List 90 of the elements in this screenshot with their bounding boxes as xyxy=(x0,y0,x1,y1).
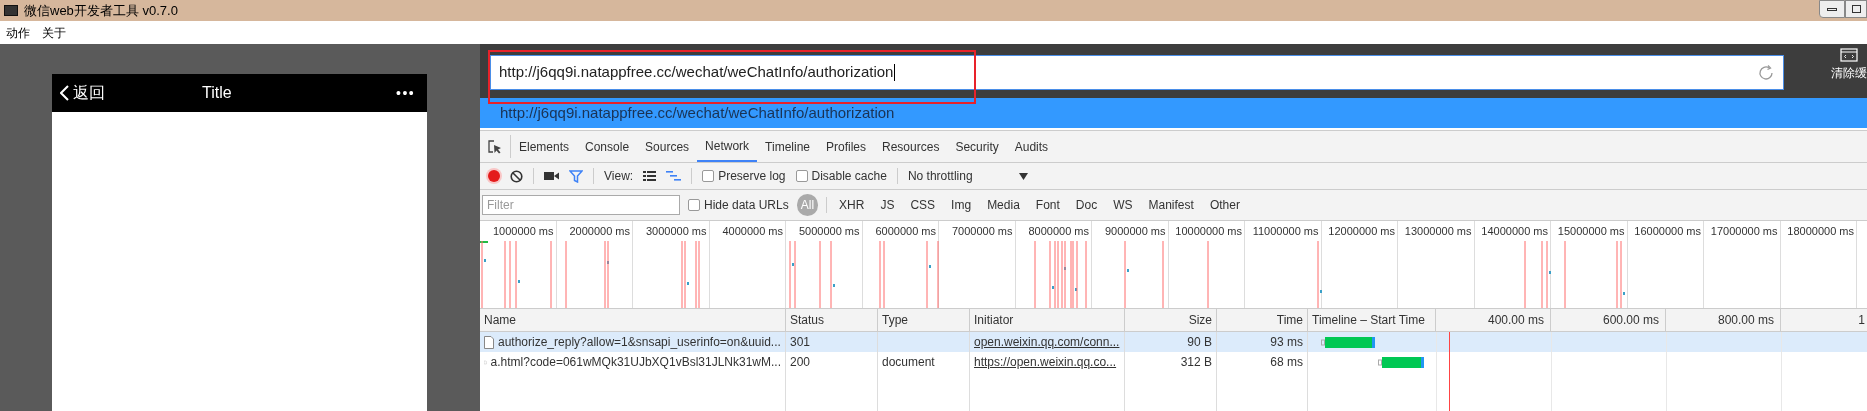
table-cell-text: 312 B xyxy=(1180,354,1212,371)
type-filter[interactable]: XHR xyxy=(835,194,869,216)
filter-icon[interactable] xyxy=(569,169,583,183)
time-tick: 600.00 ms xyxy=(1602,312,1659,329)
clear-icon[interactable] xyxy=(510,169,523,183)
table-cell-text: 90 B xyxy=(1187,334,1212,351)
column-header[interactable]: Size xyxy=(1129,311,1212,329)
time-tick: 6000000 ms xyxy=(875,224,936,239)
devtools-tab[interactable]: Security xyxy=(947,131,1007,162)
type-filter[interactable]: CSS xyxy=(906,194,940,216)
restore-button[interactable] xyxy=(1845,0,1867,18)
view-label: View: xyxy=(604,168,634,185)
devtools-tab[interactable]: Timeline xyxy=(757,131,818,162)
initiator-link[interactable]: open.weixin.qq.com/conn... xyxy=(974,333,1120,351)
type-filter[interactable]: Doc xyxy=(1071,194,1102,216)
column-header[interactable]: Type xyxy=(882,311,965,329)
menu-item[interactable]: 动作 xyxy=(6,23,30,42)
dropdown-arrow-icon xyxy=(1018,172,1028,180)
column-header[interactable]: Name xyxy=(484,311,781,329)
time-tick: 18000000 ms xyxy=(1787,224,1854,239)
time-tick: 10000000 ms xyxy=(1175,224,1242,239)
waterfall-icon[interactable] xyxy=(666,171,682,181)
document-icon xyxy=(484,335,494,349)
table-cell-text: 301 xyxy=(790,334,811,351)
preserve-log-checkbox[interactable]: Preserve log xyxy=(702,167,786,185)
hide-data-urls-checkbox[interactable]: Hide data URLs xyxy=(688,196,789,214)
type-filter[interactable]: Media xyxy=(983,194,1024,216)
initiator-link[interactable]: https://open.weixin.qq.co... xyxy=(974,353,1117,371)
time-tick: 12000000 ms xyxy=(1328,224,1395,239)
record-button[interactable] xyxy=(488,170,500,182)
devtools-tab[interactable]: Audits xyxy=(1006,131,1057,162)
disable-cache-checkbox[interactable]: Disable cache xyxy=(795,167,887,185)
type-filter[interactable]: WS xyxy=(1109,194,1137,216)
table-cell-text: 93 ms xyxy=(1270,334,1303,351)
devtools-tab[interactable]: Resources xyxy=(874,131,948,162)
back-link[interactable]: 返回 xyxy=(60,81,105,105)
time-tick: 5000000 ms xyxy=(798,224,860,239)
url-suggestion[interactable]: http://j6qq9i.natappfree.cc/wechat/weChatInfo/authorization xyxy=(480,98,1867,128)
time-tick: 17000000 ms xyxy=(1710,224,1778,239)
type-filter[interactable]: Other xyxy=(1205,194,1244,216)
minimize-button[interactable] xyxy=(1819,0,1845,18)
table-cell[interactable]: authorize_reply?allow=1&snsapi_userinfo=on&uuid... xyxy=(498,333,781,351)
time-tick: 11000000 ms xyxy=(1252,224,1319,239)
page-title: Title xyxy=(202,83,232,103)
column-header[interactable]: Time xyxy=(1221,311,1303,329)
time-tick: 7000000 ms xyxy=(951,224,1013,239)
filter-field[interactable]: Filter xyxy=(482,195,680,215)
devtools-tab[interactable]: Elements xyxy=(511,131,578,162)
request-row[interactable]: authorize_reply?allow=1&snsapi_userinfo=on&uuid... 301 open.weixin.qq.com/conn... 90 B 93 ms xyxy=(480,332,1867,352)
url-field[interactable]: http://j6qq9i.natappfree.cc/wechat/weChatInfo/authorization xyxy=(490,55,1784,90)
time-tick: 400.00 ms xyxy=(1487,312,1544,329)
back-icon xyxy=(60,85,69,101)
reload-icon[interactable] xyxy=(1757,63,1775,82)
column-header[interactable]: Initiator xyxy=(974,311,1120,329)
time-tick: 4000000 ms xyxy=(722,224,783,239)
waterfall-bar xyxy=(1321,337,1376,348)
column-header[interactable]: Timeline – Start Time xyxy=(1308,309,1436,331)
time-tick: 800.00 ms xyxy=(1717,312,1774,329)
more-button[interactable]: ••• xyxy=(396,82,419,104)
time-tick: 15000000 ms xyxy=(1557,224,1625,239)
list-view-icon[interactable] xyxy=(643,171,657,181)
time-tick: 9000000 ms xyxy=(1104,224,1166,239)
window-title: 微信web开发者工具 v0.7.0 xyxy=(24,1,178,20)
waterfall-bar xyxy=(1378,357,1425,368)
time-tick: 8000000 ms xyxy=(1028,224,1089,239)
clear-cache-button[interactable]: 清除缓 xyxy=(1831,48,1867,81)
app-icon xyxy=(4,5,18,16)
table-cell[interactable]: a.html?code=061wMQk31UJbXQ1vBsl31JLNk31wM... xyxy=(490,353,781,371)
type-filter[interactable]: Img xyxy=(947,194,976,216)
table-cell-text: 68 ms xyxy=(1270,354,1303,371)
table-cell-text: document xyxy=(882,354,935,371)
code-window-icon xyxy=(1840,48,1858,62)
devtools-tab[interactable]: Profiles xyxy=(818,131,875,162)
column-header[interactable]: Status xyxy=(790,311,873,329)
time-tick: 1 xyxy=(1858,312,1865,329)
camera-icon[interactable] xyxy=(544,171,559,181)
time-tick: 13000000 ms xyxy=(1404,224,1472,239)
time-tick: 16000000 ms xyxy=(1634,224,1701,239)
time-tick: 2000000 ms xyxy=(569,224,630,239)
type-filter[interactable]: Font xyxy=(1031,194,1064,216)
menu-item[interactable]: 关于 xyxy=(42,23,66,42)
time-tick: 1000000 ms xyxy=(492,224,554,239)
time-tick: 14000000 ms xyxy=(1481,224,1548,239)
type-filter[interactable]: JS xyxy=(876,194,899,216)
throttling-dropdown[interactable]: No throttling xyxy=(907,167,1028,185)
devtools-tab[interactable]: Console xyxy=(577,131,638,162)
devtools-tab[interactable]: Sources xyxy=(637,131,698,162)
table-cell-text: 200 xyxy=(790,354,811,371)
type-filter[interactable]: Manifest xyxy=(1144,194,1198,216)
time-tick: 3000000 ms xyxy=(645,224,707,239)
